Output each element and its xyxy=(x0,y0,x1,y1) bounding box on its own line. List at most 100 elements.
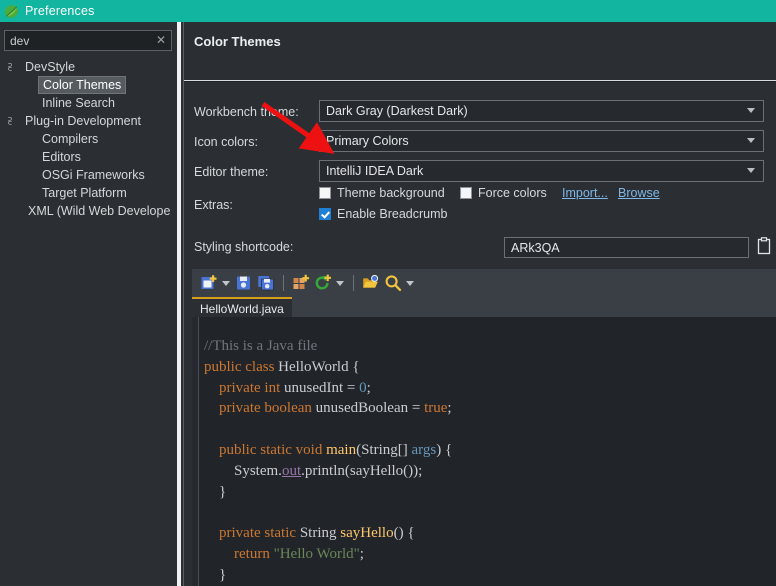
tree-item-osgi-frameworks[interactable]: OSGi Frameworks xyxy=(0,166,176,184)
code-token: out xyxy=(281,462,302,479)
editor-theme-dropdown[interactable]: IntelliJ IDEA Dark xyxy=(319,160,764,182)
checkbox-label: Enable Breadcrumb xyxy=(337,207,448,221)
toolbar-separator xyxy=(283,275,284,291)
checkbox-box[interactable] xyxy=(460,187,472,199)
clear-search-icon[interactable]: ✕ xyxy=(155,33,167,47)
tree-item-inline-search[interactable]: Inline Search xyxy=(0,94,176,112)
field-editor-theme: Editor theme: IntelliJ IDEA Dark xyxy=(184,160,776,184)
tree-item-compilers[interactable]: Compilers xyxy=(0,130,176,148)
chevron-down-icon[interactable]: ⫔ xyxy=(8,112,21,130)
new-theme-dropdown-icon[interactable] xyxy=(220,272,233,294)
code-token: () { xyxy=(393,525,415,542)
palette-add-icon[interactable] xyxy=(290,272,312,294)
import-link[interactable]: Import... xyxy=(562,186,608,200)
code-token: ; xyxy=(447,400,452,417)
code-token: (String[] xyxy=(356,441,412,458)
tree-item-target-platform[interactable]: Target Platform xyxy=(0,184,176,202)
code-token: private boolean xyxy=(204,400,316,417)
code-token: unusedBoolean = xyxy=(315,400,425,417)
tree-item-label: Inline Search xyxy=(42,96,115,110)
save-as-icon[interactable] xyxy=(255,272,277,294)
leaf-icon xyxy=(4,4,19,19)
checkbox-label: Force colors xyxy=(478,186,547,200)
search-input[interactable] xyxy=(4,30,172,51)
chevron-down-icon xyxy=(747,138,756,147)
code-token: //This is a Java file xyxy=(204,338,318,354)
code-token: ; xyxy=(359,545,364,562)
code-token: private int xyxy=(204,379,284,396)
code-token: "Hello World" xyxy=(273,545,360,562)
save-icon[interactable] xyxy=(233,272,255,294)
code-token: System. xyxy=(204,462,282,479)
code-token: } xyxy=(204,566,227,583)
code-token: public class xyxy=(204,358,279,375)
code-token: true xyxy=(424,400,448,417)
tree-item-xml-wild-web-developer[interactable]: XML (Wild Web Develope xyxy=(0,202,176,220)
code-token: public static void xyxy=(204,441,327,458)
code-content: //This is a Java file public class Hello… xyxy=(204,336,776,586)
tree-item-color-themes[interactable]: Color Themes xyxy=(0,76,176,94)
checkbox-enable-breadcrumb[interactable]: Enable Breadcrumb xyxy=(319,207,447,221)
new-theme-icon[interactable] xyxy=(198,272,220,294)
title-separator-shadow xyxy=(184,81,776,82)
chevron-down-icon[interactable]: ⫔ xyxy=(8,58,21,76)
open-folder-icon[interactable] xyxy=(360,272,382,294)
tree-item-editors[interactable]: Editors xyxy=(0,148,176,166)
tree-item-plugin-development[interactable]: ⫔ Plug-in Development xyxy=(0,112,176,130)
code-token: main xyxy=(326,441,357,458)
tree-item-label: Plug-in Development xyxy=(25,114,142,128)
styling-shortcode-label: Styling shortcode: xyxy=(194,240,294,254)
field-workbench-theme: Workbench theme: Dark Gray (Darkest Dark… xyxy=(184,100,776,124)
styling-shortcode-input[interactable] xyxy=(504,237,749,258)
code-token: .println(sayHello()); xyxy=(301,462,423,479)
checkbox-force-colors[interactable]: Force colors xyxy=(460,186,547,200)
tree-item-label: Color Themes xyxy=(38,76,127,94)
code-token: 0 xyxy=(359,379,367,396)
extras-label: Extras: xyxy=(194,198,233,212)
theme-editor-toolbar xyxy=(192,269,776,297)
checkbox-theme-background[interactable]: Theme background xyxy=(319,186,445,200)
search-dropdown-icon[interactable] xyxy=(404,272,417,294)
editor-tab-helloworld[interactable]: HelloWorld.java xyxy=(192,297,292,317)
checkbox-box[interactable] xyxy=(319,187,331,199)
workbench-theme-dropdown[interactable]: Dark Gray (Darkest Dark) xyxy=(319,100,764,122)
search-icon[interactable] xyxy=(382,272,404,294)
workbench-theme-value: Dark Gray (Darkest Dark) xyxy=(326,104,468,118)
editor-theme-label: Editor theme: xyxy=(194,165,269,179)
checkbox-label: Theme background xyxy=(337,186,445,200)
editor-tabstrip: HelloWorld.java xyxy=(192,297,776,317)
sidebar-search: ✕ xyxy=(4,30,172,51)
preferences-window: Preferences ✕ ⫔ DevStyle Color Themes Inl… xyxy=(0,0,776,586)
code-token: private static xyxy=(204,525,300,542)
icon-colors-dropdown[interactable]: Primary Colors xyxy=(319,130,764,152)
browse-link[interactable]: Browse xyxy=(618,186,660,200)
checkbox-box[interactable] xyxy=(319,208,331,220)
field-icon-colors: Icon colors: Primary Colors xyxy=(184,130,776,154)
tree-item-devstyle[interactable]: ⫔ DevStyle xyxy=(0,58,176,76)
settings-sidebar: ✕ ⫔ DevStyle Color Themes Inline Search ⫔… xyxy=(0,22,176,586)
code-token: args xyxy=(411,441,437,458)
code-token: ) { xyxy=(436,441,453,458)
chevron-down-icon xyxy=(747,168,756,177)
clipboard-icon[interactable] xyxy=(756,237,772,255)
code-token: return xyxy=(204,545,274,562)
workbench-theme-label: Workbench theme: xyxy=(194,105,299,119)
refresh-dropdown-icon[interactable] xyxy=(334,272,347,294)
editor-gutter-line xyxy=(198,317,199,586)
code-token: } xyxy=(204,483,227,500)
window-titlebar: Preferences xyxy=(0,0,776,22)
chevron-down-icon xyxy=(747,108,756,117)
icon-colors-label: Icon colors: xyxy=(194,135,258,149)
code-editor[interactable]: //This is a Java file public class Hello… xyxy=(192,317,776,586)
page-title: Color Themes xyxy=(194,34,281,49)
refresh-add-icon[interactable] xyxy=(312,272,334,294)
tree-item-label: OSGi Frameworks xyxy=(42,168,145,182)
code-token: ; xyxy=(366,379,371,396)
code-token: String xyxy=(299,525,341,542)
tree-item-label: Target Platform xyxy=(42,186,127,200)
code-token: HelloWorld { xyxy=(278,358,360,375)
tree-item-label: XML (Wild Web Develope xyxy=(28,204,171,218)
sidebar-scrollbar-thumb[interactable] xyxy=(177,22,181,586)
icon-colors-value: Primary Colors xyxy=(326,134,409,148)
editor-theme-value: IntelliJ IDEA Dark xyxy=(326,164,424,178)
